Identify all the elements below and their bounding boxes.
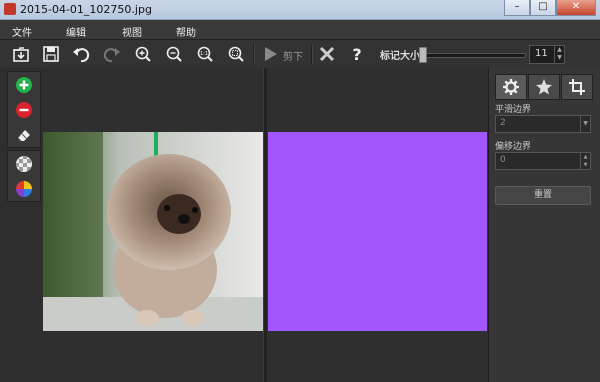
menu-help[interactable]: 帮助 [176,24,196,39]
left-tool-palette [0,68,42,382]
crop-icon [569,79,585,95]
checkerboard-icon [16,155,32,172]
undo-icon [73,48,90,63]
keep-marker-tool[interactable] [8,72,40,97]
zoom-fit-icon [228,46,244,62]
chevron-down-icon[interactable]: ▼ [580,116,590,132]
background-tool-group [7,150,41,202]
color-wheel-icon [16,180,32,197]
remove-marker-tool[interactable] [8,97,40,122]
redo-button[interactable] [100,43,124,65]
zoom-out-icon [166,46,182,62]
marker-tool-group [7,71,41,148]
close-x-icon [319,46,335,62]
gear-icon [503,79,519,95]
tab-crop[interactable] [561,74,593,100]
save-icon [43,46,59,62]
transparent-background-tool[interactable] [8,151,40,176]
offset-edge-label: 偏移边界 [495,142,532,152]
right-settings-panel: 平滑边界 2 ▼ 偏移边界 0 ▲ ▼ 重置 [488,68,600,382]
svg-text:1:1: 1:1 [200,51,208,57]
minimize-button[interactable]: – [504,0,530,16]
source-image[interactable] [43,132,263,331]
tab-effects[interactable] [528,74,560,100]
minus-circle-icon [16,101,32,118]
zoom-fit-button[interactable] [224,43,248,65]
svg-text:?: ? [352,45,361,63]
save-button[interactable] [39,43,63,65]
toolbar: 1:1 剪下 ? 标记大小 11 ▲ ▼ [0,40,600,69]
mark-size-spinbox[interactable]: 11 ▲ ▼ [529,45,565,64]
open-button[interactable] [9,43,33,65]
menu-edit[interactable]: 编辑 [66,24,86,39]
menu-view[interactable]: 视图 [122,24,142,39]
play-arrow-icon [265,47,277,61]
crop-button[interactable] [258,43,282,65]
offset-edge-value[interactable]: 0 [500,155,506,165]
toolbar-separator [311,44,313,64]
mask-preview[interactable] [268,132,487,331]
menu-bar: 文件 编辑 视图 帮助 [0,20,600,40]
tab-settings[interactable] [495,74,527,100]
smooth-edge-label: 平滑边界 [495,105,532,115]
spin-arrows[interactable]: ▲ ▼ [580,153,590,169]
zoom-in-icon [135,46,151,62]
star-icon [536,79,552,95]
close-button[interactable]: ✕ [556,0,596,16]
open-folder-icon [13,47,29,62]
eraser-tool[interactable] [8,122,40,147]
undo-button[interactable] [69,43,93,65]
menu-file[interactable]: 文件 [12,24,32,39]
crop-label[interactable]: 剪下 [283,48,303,63]
app-icon [4,3,16,15]
title-bar: 2015-04-01_102750.jpg – □ ✕ [0,0,600,20]
question-mark-icon: ? [352,45,361,63]
redo-icon [103,48,120,63]
help-button[interactable]: ? [345,43,369,65]
zoom-actual-size-button[interactable]: 1:1 [193,43,217,65]
smooth-edge-value[interactable]: 2 [500,118,506,128]
spin-arrows[interactable]: ▲ ▼ [554,46,564,63]
mark-size-label: 标记大小 [380,51,420,62]
plus-circle-icon [16,76,32,93]
mark-size-value[interactable]: 11 [535,48,548,59]
window-title: 2015-04-01_102750.jpg [20,3,152,16]
puppy-photo [43,132,263,331]
reset-button[interactable]: 重置 [495,186,591,205]
mark-size-slider-thumb[interactable] [419,47,427,63]
color-background-tool[interactable] [8,176,40,201]
panel-tabs [495,74,594,100]
zoom-one-to-one-icon: 1:1 [197,46,213,62]
view-divider[interactable] [263,68,267,382]
smooth-edge-select[interactable]: 2 ▼ [495,115,591,133]
mark-size-slider[interactable] [420,53,526,58]
maximize-button[interactable]: □ [530,0,556,16]
toolbar-separator [253,44,255,64]
window-controls: – □ ✕ [504,0,596,16]
zoom-out-button[interactable] [162,43,186,65]
clear-button[interactable] [315,43,339,65]
eraser-icon [17,129,30,141]
zoom-in-button[interactable] [131,43,155,65]
offset-edge-spinbox[interactable]: 0 ▲ ▼ [495,152,591,170]
